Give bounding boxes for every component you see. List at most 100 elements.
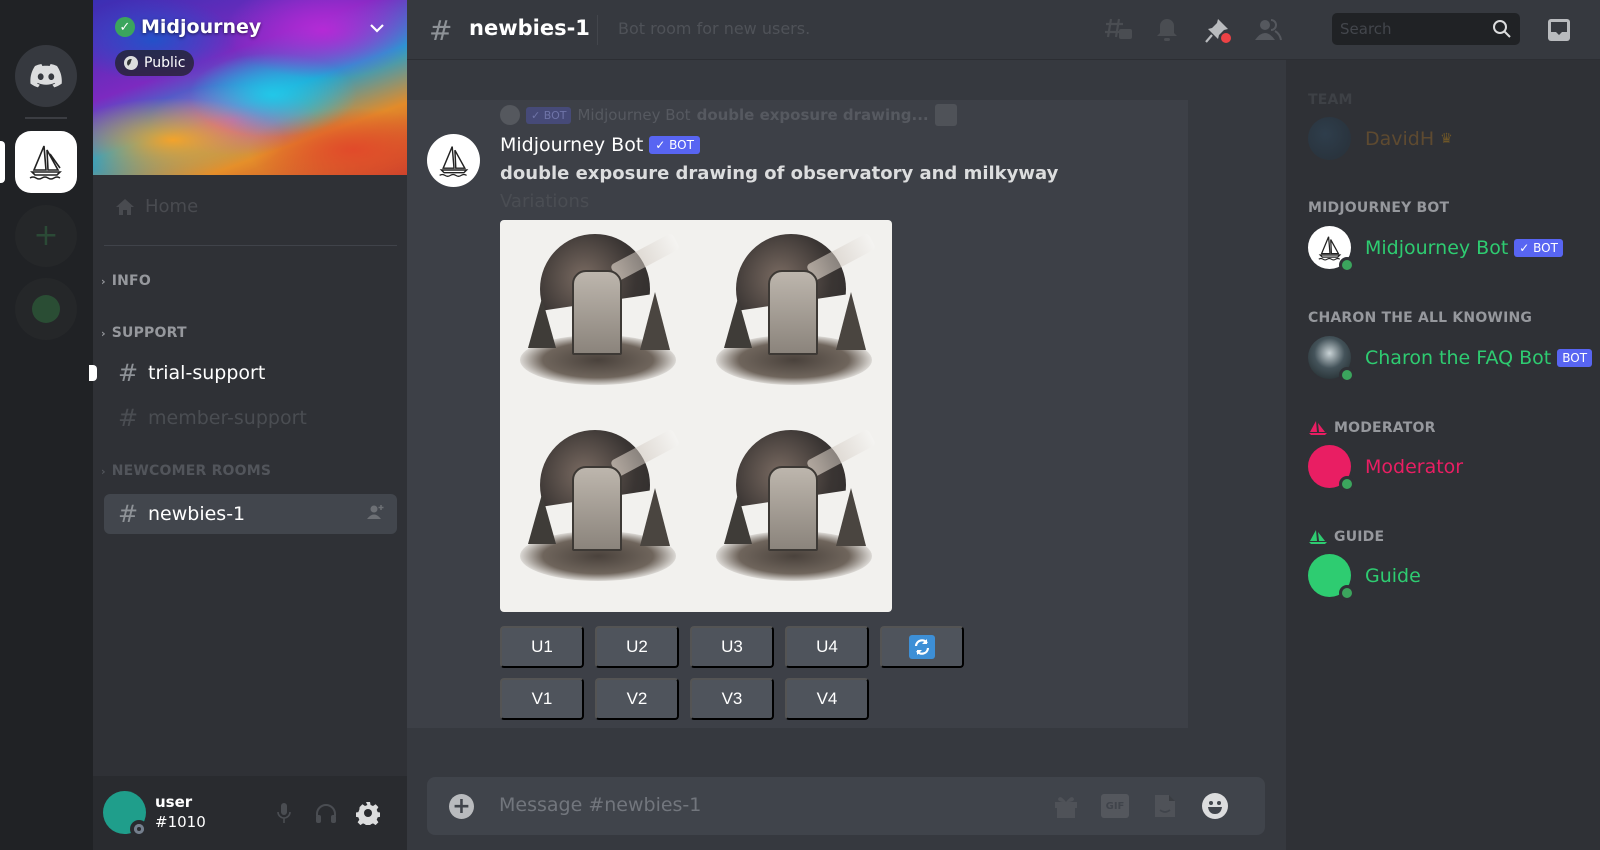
microphone-icon[interactable] bbox=[271, 800, 297, 826]
chevron-down-icon[interactable] bbox=[369, 18, 385, 37]
upscale-3-button[interactable]: U3 bbox=[690, 626, 774, 668]
notification-bell-icon[interactable] bbox=[1153, 16, 1181, 44]
upscale-4-button[interactable]: U4 bbox=[785, 626, 869, 668]
variation-button-row: V1 V2 V3 V4 bbox=[500, 678, 869, 720]
server-midjourney[interactable] bbox=[15, 131, 77, 193]
variation-3-button[interactable]: V3 bbox=[690, 678, 774, 720]
author-avatar[interactable] bbox=[427, 134, 480, 187]
home-icon bbox=[116, 198, 134, 215]
upscale-2-button[interactable]: U2 bbox=[595, 626, 679, 668]
sticker-icon[interactable] bbox=[1151, 792, 1179, 820]
online-status-icon bbox=[1339, 367, 1355, 383]
moderator-role-icon bbox=[1309, 421, 1327, 435]
header-divider bbox=[597, 15, 598, 45]
create-invite-icon[interactable] bbox=[367, 504, 385, 524]
public-badge: Public bbox=[115, 50, 195, 76]
message-label: Variations bbox=[500, 191, 590, 212]
inbox-icon[interactable] bbox=[1545, 16, 1573, 44]
member-avatar bbox=[1308, 117, 1351, 160]
member-list: TEAM DavidH ♛ MIDJOURNEY BOT Midjourney … bbox=[1286, 60, 1600, 850]
category-newcomer-rooms[interactable]: › NEWCOMER ROOMS bbox=[101, 463, 271, 479]
plus-icon: + bbox=[33, 218, 59, 253]
member-avatar bbox=[1308, 226, 1355, 273]
unread-indicator bbox=[89, 365, 97, 381]
reply-avatar bbox=[500, 105, 520, 125]
member-name: Midjourney Bot bbox=[1365, 236, 1509, 259]
chat-area: ✓ BOT Midjourney Bot double exposure dra… bbox=[407, 60, 1286, 850]
member-davidh[interactable]: DavidH ♛ bbox=[1308, 117, 1453, 160]
reply-author: Midjourney Bot bbox=[577, 106, 691, 124]
gif-icon[interactable]: GIF bbox=[1101, 792, 1129, 820]
member-avatar bbox=[1308, 336, 1355, 383]
direct-messages-button[interactable] bbox=[15, 45, 77, 107]
member-guide[interactable]: Guide bbox=[1308, 554, 1421, 601]
offline-status-icon bbox=[130, 820, 148, 838]
headphones-icon[interactable] bbox=[313, 800, 339, 826]
chevron-right-icon: › bbox=[101, 326, 106, 340]
reroll-button[interactable] bbox=[880, 626, 964, 668]
gift-icon[interactable] bbox=[1052, 792, 1080, 820]
role-group-label: MODERATOR bbox=[1334, 420, 1436, 436]
message-composer[interactable]: + Message #newbies-1 GIF bbox=[427, 777, 1265, 835]
bot-tag: ✓ BOT bbox=[649, 136, 700, 154]
role-group-header-moderator: MODERATOR bbox=[1308, 420, 1436, 436]
channel-topic[interactable]: Bot room for new users. bbox=[618, 19, 810, 38]
member-name: Charon the FAQ Bot bbox=[1365, 346, 1552, 369]
gif-label: GIF bbox=[1101, 794, 1129, 818]
pinned-messages-icon[interactable] bbox=[1204, 16, 1232, 44]
variation-4-button[interactable]: V4 bbox=[785, 678, 869, 720]
server-header[interactable]: ✓ Midjourney bbox=[115, 16, 261, 38]
channel-label: newbies-1 bbox=[148, 503, 246, 525]
category-info[interactable]: › INFO bbox=[101, 273, 151, 289]
server-banner[interactable]: ✓ Midjourney Public bbox=[93, 0, 407, 175]
search-placeholder: Search bbox=[1340, 20, 1392, 38]
channel-member-support[interactable]: # member-support bbox=[104, 398, 397, 438]
member-charon-faq-bot[interactable]: Charon the FAQ Bot BOT bbox=[1308, 336, 1593, 383]
member-midjourney-bot[interactable]: Midjourney Bot ✓ BOT bbox=[1308, 226, 1563, 273]
channel-trial-support[interactable]: # trial-support bbox=[104, 353, 397, 393]
user-panel: user #1010 bbox=[93, 776, 407, 850]
message-input[interactable]: Message #newbies-1 bbox=[499, 794, 701, 816]
member-moderator[interactable]: Moderator bbox=[1308, 445, 1463, 492]
discord-app: + ✓ Midjourney Public Home › INFO › SUPP… bbox=[0, 0, 1600, 850]
compass-icon bbox=[32, 295, 60, 323]
variation-1-button[interactable]: V1 bbox=[500, 678, 584, 720]
channel-newbies-1[interactable]: # newbies-1 bbox=[104, 494, 397, 534]
image-grid[interactable] bbox=[500, 220, 892, 612]
image-attachment-icon bbox=[934, 104, 957, 126]
variation-2-button[interactable]: V2 bbox=[595, 678, 679, 720]
search-input[interactable]: Search bbox=[1332, 13, 1520, 45]
add-attachment-icon[interactable]: + bbox=[449, 794, 474, 819]
midjourney-sailboat-icon bbox=[29, 145, 62, 180]
channel-header: # newbies-1 Bot room for new users. Sear… bbox=[407, 0, 1600, 60]
message-header: Midjourney Bot ✓ BOT bbox=[500, 134, 700, 156]
home-link[interactable]: Home bbox=[115, 196, 198, 217]
emoji-picker-icon[interactable] bbox=[1201, 792, 1229, 820]
chevron-right-icon: › bbox=[101, 464, 106, 478]
role-group-label: GUIDE bbox=[1334, 529, 1385, 545]
add-server-button[interactable]: + bbox=[15, 205, 77, 267]
category-label: SUPPORT bbox=[111, 325, 187, 341]
discord-logo-icon bbox=[30, 64, 62, 88]
search-icon bbox=[1492, 19, 1512, 43]
member-name: Guide bbox=[1365, 564, 1421, 587]
channel-label: trial-support bbox=[148, 362, 266, 384]
globe-icon bbox=[124, 56, 138, 70]
verified-icon: ✓ bbox=[115, 17, 135, 37]
channel-label: member-support bbox=[148, 407, 307, 429]
member-avatar bbox=[1308, 445, 1355, 492]
author-name[interactable]: Midjourney Bot bbox=[500, 134, 643, 156]
role-group-header: CHARON THE ALL KNOWING bbox=[1308, 310, 1533, 326]
category-support[interactable]: › SUPPORT bbox=[101, 325, 187, 341]
channel-title: newbies-1 bbox=[469, 16, 590, 40]
member-list-icon[interactable] bbox=[1254, 16, 1282, 44]
user-settings-gear-icon[interactable] bbox=[355, 800, 381, 826]
reply-text: double exposure drawing... bbox=[696, 106, 929, 124]
message-reply-preview[interactable]: ✓ BOT Midjourney Bot double exposure dra… bbox=[500, 104, 957, 126]
upscale-1-button[interactable]: U1 bbox=[500, 626, 584, 668]
locked-channel-icon: # bbox=[429, 14, 453, 47]
explore-servers-button[interactable] bbox=[15, 278, 77, 340]
midjourney-sailboat-icon bbox=[438, 145, 468, 177]
threads-icon[interactable] bbox=[1105, 16, 1133, 44]
midjourney-sailboat-icon bbox=[1317, 236, 1341, 260]
